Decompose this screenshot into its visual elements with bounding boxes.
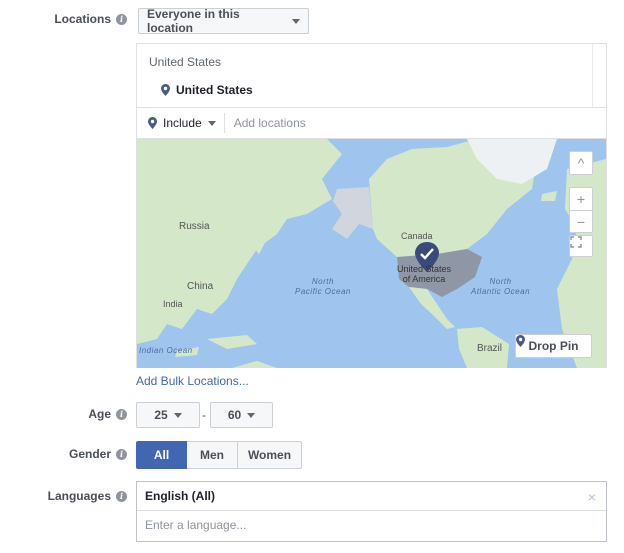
locations-panel: United States United States Include Add … <box>136 43 607 368</box>
selected-location-label: United States <box>176 83 253 97</box>
include-row: Include <box>137 107 606 139</box>
map-label-usa: United States of America <box>395 264 453 284</box>
zoom-out-button[interactable]: − <box>569 210 593 233</box>
gender-all-button[interactable]: All <box>136 441 187 469</box>
map-label-india: India <box>163 299 183 309</box>
drop-pin-label: Drop Pin <box>528 339 579 353</box>
caret-down-icon <box>247 412 256 418</box>
location-type-value: Everyone in this location <box>147 7 240 35</box>
include-dropdown[interactable]: Include <box>137 113 225 133</box>
map-label-indian-ocean: Indian Ocean <box>139 346 193 355</box>
info-icon[interactable]: i <box>116 448 127 460</box>
map-label-usa-line2: of America <box>402 274 446 284</box>
map-label-north-pacific-line2: Pacific Ocean <box>295 287 351 296</box>
map-label-brazil: Brazil <box>477 343 503 354</box>
include-label: Include <box>163 116 202 130</box>
map-label-russia: Russia <box>179 221 210 232</box>
map-label-north-atlantic-line2: Atlantic Ocean <box>471 287 531 296</box>
age-max-value: 60 <box>227 408 242 422</box>
info-icon[interactable]: i <box>116 490 127 502</box>
location-map[interactable]: Russia China India Canada United States … <box>137 139 606 368</box>
age-separator: - <box>202 408 206 422</box>
map-label-north-atlantic-line1: North <box>489 277 512 286</box>
caret-down-icon <box>173 412 182 418</box>
selected-location-item[interactable]: United States <box>161 83 253 97</box>
list-scrollbar[interactable] <box>592 44 606 107</box>
map-label-north-atlantic: North Atlantic Ocean <box>471 277 530 297</box>
languages-label-row: Languages i <box>10 488 127 504</box>
drop-pin-button[interactable]: Drop Pin <box>515 334 592 358</box>
info-icon[interactable]: i <box>116 13 127 25</box>
location-type-dropdown[interactable]: Everyone in this location <box>138 7 309 35</box>
age-label-row: Age i <box>10 406 127 422</box>
map-collapse-button[interactable]: ^ <box>569 151 593 175</box>
add-bulk-locations-link[interactable]: Add Bulk Locations... <box>136 374 249 388</box>
age-label: Age <box>88 407 111 421</box>
caret-down-icon <box>207 120 216 126</box>
gender-label-row: Gender i <box>10 446 127 462</box>
locations-label: Locations <box>54 12 111 26</box>
map-label-usa-line1: United States <box>396 264 452 274</box>
add-locations-input[interactable] <box>233 116 454 130</box>
map-pin-icon <box>148 117 157 129</box>
zoom-in-button[interactable]: + <box>569 187 593 210</box>
age-min-dropdown[interactable]: 25 <box>136 402 200 428</box>
selected-language-label: English (All) <box>145 489 215 503</box>
caret-down-icon <box>292 18 300 24</box>
selected-locations-list[interactable]: United States United States <box>137 44 593 107</box>
map-label-north-pacific-line1: North <box>311 277 334 286</box>
info-icon[interactable]: i <box>116 408 127 420</box>
selected-language-tag: English (All) <box>137 482 606 511</box>
location-group-heading: United States <box>149 55 222 69</box>
fullscreen-icon <box>570 236 582 248</box>
map-pin-icon <box>161 84 170 96</box>
language-input[interactable] <box>145 518 585 532</box>
map-label-china: China <box>187 281 214 292</box>
fullscreen-button[interactable] <box>569 235 593 257</box>
locations-label-row: Locations i <box>10 11 127 27</box>
languages-field: English (All) × <box>136 481 607 542</box>
gender-women-button[interactable]: Women <box>238 441 302 469</box>
languages-label: Languages <box>47 489 111 503</box>
gender-men-button[interactable]: Men <box>187 441 238 469</box>
gender-label: Gender <box>68 447 111 461</box>
map-pin-icon <box>516 335 525 347</box>
map-label-north-pacific: North Pacific Ocean <box>295 277 351 297</box>
close-icon[interactable]: × <box>588 489 596 505</box>
age-max-dropdown[interactable]: 60 <box>210 402 273 428</box>
age-min-value: 25 <box>154 408 168 422</box>
map-label-canada: Canada <box>401 231 433 241</box>
